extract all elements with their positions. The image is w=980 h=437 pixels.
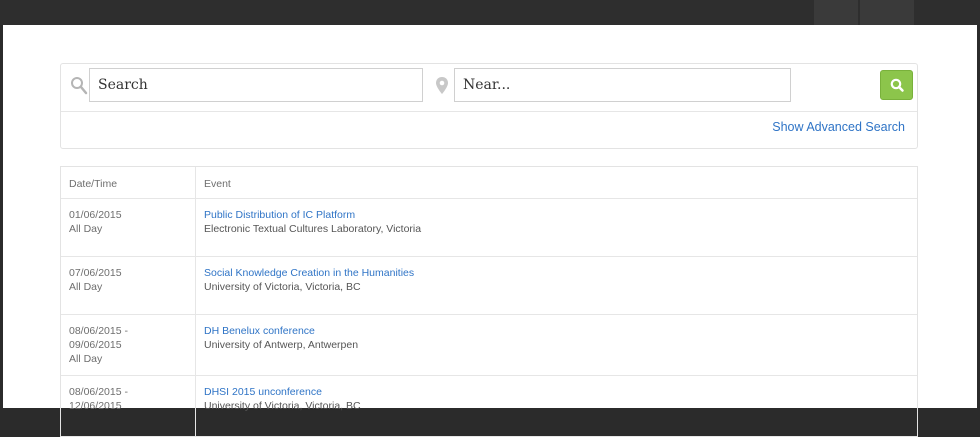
event-title-link[interactable]: Social Knowledge Creation in the Humanit… [204, 266, 414, 280]
event-date: 07/06/2015 All Day [61, 257, 196, 314]
search-panel: Show Advanced Search [60, 63, 918, 149]
search-button-icon [890, 78, 904, 92]
page-content: Show Advanced Search Date/Time Event 01/… [3, 25, 977, 437]
show-advanced-search-link[interactable]: Show Advanced Search [772, 120, 905, 134]
event-cell: DH Benelux conference University of Antw… [196, 315, 358, 375]
event-location: University of Victoria, Victoria, BC [204, 281, 361, 293]
search-input[interactable] [89, 68, 423, 102]
search-row [61, 68, 917, 108]
top-bar [0, 0, 980, 25]
header-event: Event [204, 178, 231, 190]
event-date: 08/06/2015 - 12/06/2015 [61, 376, 196, 436]
event-date: 08/06/2015 - 09/06/2015 All Day [61, 315, 196, 375]
header-date: Date/Time [61, 167, 196, 198]
table-header: Date/Time Event [61, 167, 917, 199]
event-cell: Social Knowledge Creation in the Humanit… [196, 257, 414, 314]
event-location: University of Victoria, Victoria, BC [204, 400, 361, 412]
event-date: 01/06/2015 All Day [61, 199, 196, 256]
event-location: University of Antwerp, Antwerpen [204, 339, 359, 351]
table-row: 07/06/2015 All Day Social Knowledge Crea… [61, 257, 917, 315]
map-pin-icon [433, 76, 451, 96]
events-table: Date/Time Event 01/06/2015 All Day Publi… [60, 166, 918, 437]
event-title-link[interactable]: DHSI 2015 unconference [204, 385, 361, 399]
search-icon [70, 76, 88, 96]
search-divider [61, 111, 917, 112]
topbar-button-2[interactable] [860, 0, 914, 25]
table-row: 08/06/2015 - 12/06/2015 DHSI 2015 unconf… [61, 376, 917, 437]
table-row: 01/06/2015 All Day Public Distribution o… [61, 199, 917, 257]
location-input[interactable] [454, 68, 791, 102]
event-cell: DHSI 2015 unconference University of Vic… [196, 376, 361, 436]
table-row: 08/06/2015 - 09/06/2015 All Day DH Benel… [61, 315, 917, 376]
search-button[interactable] [880, 70, 913, 100]
event-title-link[interactable]: DH Benelux conference [204, 324, 358, 338]
topbar-button-1[interactable] [814, 0, 858, 25]
event-cell: Public Distribution of IC Platform Elect… [196, 199, 421, 256]
event-title-link[interactable]: Public Distribution of IC Platform [204, 208, 421, 222]
event-location: Electronic Textual Cultures Laboratory, … [204, 223, 422, 235]
